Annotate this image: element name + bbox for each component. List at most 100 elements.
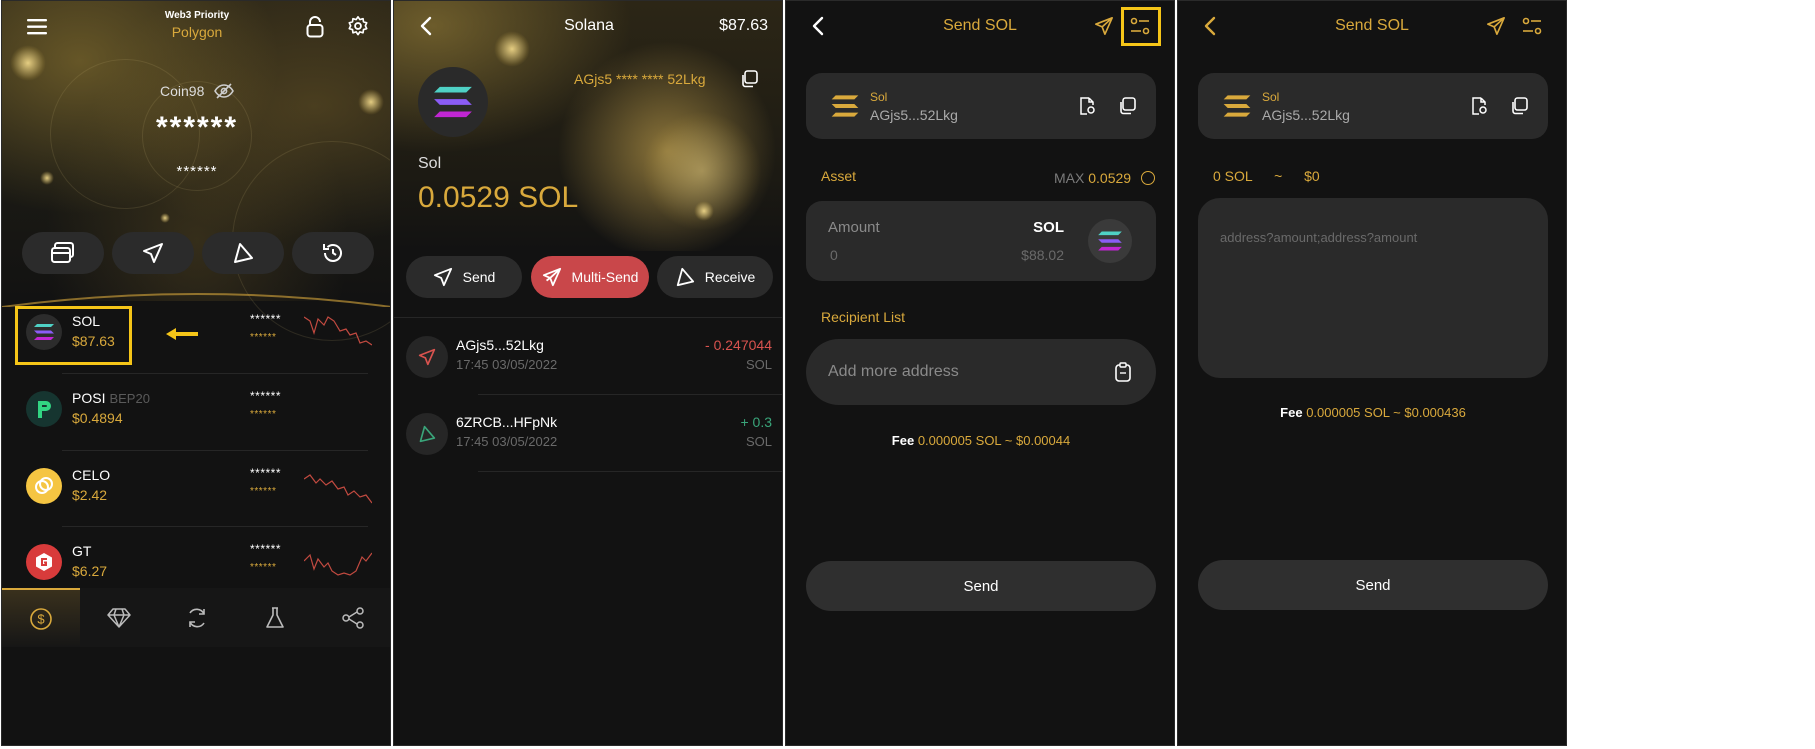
dollar-icon: $ [30,607,52,630]
token-balance: 0.0529 SOL [418,181,579,214]
send-submit-button[interactable]: Send [1198,560,1548,610]
tx-unit: SOL [745,434,772,449]
wallet-name: Coin98 [160,83,205,99]
send-icon [433,267,452,287]
amount-label: Amount [828,219,880,236]
coin-balance: ****** [250,389,282,403]
send-label: Send [462,269,496,285]
token-name: Sol [418,155,442,172]
send-button[interactable] [112,232,194,274]
sol-gold-icon [831,95,859,117]
send-submit-button[interactable]: Send [806,561,1156,611]
max-label: MAX [1054,170,1085,186]
balance-sub: ****** [176,163,218,180]
solana-logo-icon [418,67,488,137]
arrow-left-icon [166,328,198,340]
wallet-card[interactable]: Sol AGjs5...52Lkg [806,73,1156,139]
receive-button[interactable] [202,232,284,274]
eye-off-icon[interactable] [212,81,236,101]
fee-value: 0.000005 SOL ~ $0.000436 [1306,405,1466,420]
nav-lab[interactable] [236,588,314,647]
recipient-input[interactable]: Add more address [806,339,1156,405]
total-usd: $0 [1304,168,1320,184]
nav-wallet[interactable]: $ [2,588,80,647]
coin-balance-usd: ****** [250,409,277,420]
file-search-icon[interactable] [1468,95,1490,117]
balance-main: ****** [155,111,239,144]
max-button[interactable]: MAX 0.0529 [1054,170,1131,186]
total-sol: 0 SOL [1213,168,1253,184]
coin-row-posi[interactable]: POSI BEP20 $0.4894 ****** ****** [14,374,374,450]
clipboard-icon[interactable] [1112,360,1134,384]
gt-logo-icon [26,544,62,580]
receive-button[interactable]: Receive [657,256,773,298]
coin-price: $0.4894 [72,410,123,426]
wallet-address: AGjs5...52Lkg [870,107,958,123]
fee-label: Fee [891,433,915,448]
tx-time: 17:45 03/05/2022 [456,357,558,372]
copy-icon[interactable] [738,68,760,90]
wallet-home-panel: Web3 Priority Polygon Coin98 ****** ****… [1,0,391,746]
multi-send-icon [542,267,561,287]
multi-address-textarea[interactable]: address?amount;address?amount [1198,198,1548,378]
amount-usd: $88.02 [1021,247,1064,263]
menu-icon[interactable] [24,13,52,41]
textarea-placeholder: address?amount;address?amount [1220,230,1418,245]
receive-icon [676,267,694,287]
wallet-address: AGjs5...52Lkg [1262,107,1350,123]
coin-symbol: GT [72,543,92,559]
svg-text:$: $ [37,611,45,626]
send-icon[interactable] [1092,14,1116,38]
tx-address: AGjs5...52Lkg [456,337,544,353]
coin-balance: ****** [250,542,282,556]
receive-icon [406,413,448,455]
sparkline-chart [304,316,372,346]
wallet-name: Sol [1262,90,1280,104]
coin-symbol: CELO [72,467,111,483]
token-detail-panel: Solana $87.63 AGjs5 **** **** 52Lkg Sol … [393,0,783,746]
settings-sliders-icon[interactable] [1520,14,1544,38]
coin-symbol: POSI BEP20 [72,390,150,406]
card-button[interactable] [22,232,104,274]
celo-logo-icon [26,468,62,504]
coin-price: $6.27 [72,563,108,579]
tx-address: 6ZRCB...HFpNk [456,414,558,430]
recipient-list-label: Recipient List [821,309,906,325]
file-search-icon[interactable] [1076,95,1098,117]
multi-send-button[interactable]: Multi-Send [531,256,649,298]
gear-icon[interactable] [344,12,372,40]
fee-text: Fee 0.000005 SOL ~ $0.00044 [786,433,1174,448]
transaction-row[interactable]: AGjs5...52Lkg 17:45 03/05/2022 - 0.24704… [394,319,782,395]
network-selector[interactable]: Polygon [142,24,252,40]
coin-balance-usd: ****** [250,562,277,573]
send-button[interactable]: Send [406,256,522,298]
fee-label: Fee [1280,405,1303,420]
amount-input[interactable]: 0 [830,247,838,263]
coin-row-celo[interactable]: CELO $2.42 ****** ****** [14,451,374,527]
send-sol-multi-panel: Send SOL Sol AGjs5...52Lkg 0 SOL ~ $0 ad… [1177,0,1567,746]
max-radio[interactable] [1141,171,1155,185]
copy-icon[interactable] [1508,95,1530,117]
transaction-row[interactable]: 6ZRCB...HFpNk 17:45 03/05/2022 + 0.3 SOL [394,396,782,472]
nav-swap[interactable] [158,588,236,647]
receive-label: Receive [704,269,756,285]
wallet-address: AGjs5 **** **** 52Lkg [574,71,706,87]
copy-icon[interactable] [1116,95,1138,117]
coin-balance: ****** [250,466,282,480]
lock-icon[interactable] [302,13,328,41]
solana-logo-icon[interactable] [1088,219,1132,263]
tx-unit: SOL [745,357,772,372]
sparkline-chart [304,474,372,504]
wallet-card[interactable]: Sol AGjs5...52Lkg [1198,73,1548,139]
sol-gold-icon [1223,95,1251,117]
fee-value: 0.000005 SOL ~ $0.00044 [917,433,1071,448]
flask-icon [266,606,284,628]
nav-connect[interactable] [314,588,390,647]
card-icon [51,242,74,263]
nav-nft[interactable] [80,588,158,647]
history-icon [323,244,342,262]
amount-card[interactable]: Amount 0 SOL $88.02 [806,201,1156,281]
history-button[interactable] [292,232,374,274]
send-icon[interactable] [1484,14,1508,38]
max-value: 0.0529 [1088,170,1132,186]
